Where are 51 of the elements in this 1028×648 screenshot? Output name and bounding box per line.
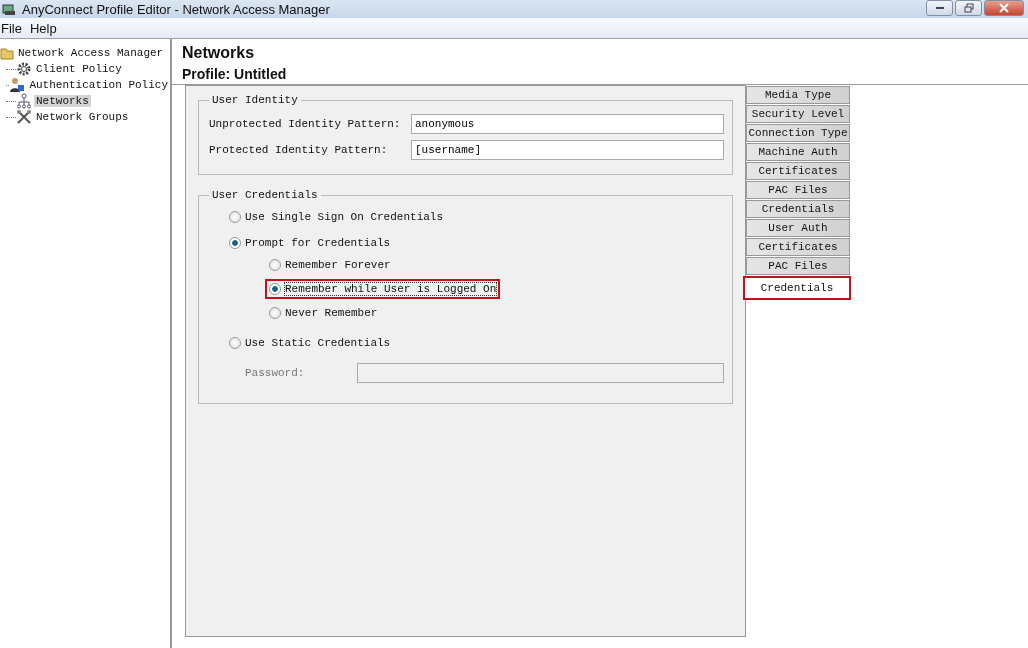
tab[interactable]: User Auth	[746, 219, 850, 237]
radio-button[interactable]	[269, 259, 281, 271]
tab[interactable]: Credentials	[746, 200, 850, 218]
tab[interactable]: Certificates	[746, 162, 850, 180]
tab[interactable]: Security Level	[746, 105, 850, 123]
restore-button[interactable]	[955, 0, 982, 16]
gear-icon	[16, 61, 32, 77]
tab[interactable]: Media Type	[746, 86, 850, 104]
tab[interactable]: PAC Files	[746, 257, 850, 275]
tree-item[interactable]: Network Access Manager	[16, 47, 166, 59]
radio-option[interactable]: Prompt for Credentials	[229, 237, 391, 249]
field-label: Password:	[244, 367, 306, 379]
folder-icon	[0, 46, 14, 60]
tree-item[interactable]: Networks	[34, 95, 91, 107]
network-icon	[16, 93, 32, 109]
radio-button[interactable]	[269, 283, 281, 295]
radio-button[interactable]	[229, 211, 241, 223]
menu-item[interactable]: File	[0, 20, 23, 36]
tab[interactable]: Credentials	[743, 276, 851, 300]
field-label: Protected Identity Pattern:	[209, 144, 389, 156]
radio-option[interactable]: Remember Forever	[265, 255, 395, 275]
radio-button[interactable]	[229, 237, 241, 249]
tab[interactable]: Certificates	[746, 238, 850, 256]
input-field[interactable]: [username]	[411, 140, 724, 160]
radio-option[interactable]: Never Remember	[265, 303, 382, 323]
restore-icon	[963, 3, 974, 13]
tree-item[interactable]: Network Groups	[34, 111, 131, 123]
close-icon	[999, 3, 1009, 13]
tab[interactable]: Machine Auth	[746, 143, 850, 161]
close-button[interactable]	[984, 0, 1024, 16]
radio-option[interactable]: Use Static Credentials	[229, 337, 391, 349]
person-icon	[9, 77, 26, 93]
tab[interactable]: Connection Type	[746, 124, 850, 142]
profile-label: Profile: Untitled	[182, 66, 288, 82]
tab[interactable]: PAC Files	[746, 181, 850, 199]
radio-option[interactable]: Remember while User is Logged On	[265, 279, 501, 299]
menu-item[interactable]: Help	[28, 20, 58, 36]
minimize-button[interactable]	[926, 0, 953, 16]
input-field[interactable]: anonymous	[411, 114, 724, 134]
tree-item[interactable]: Authentication Policy	[27, 79, 170, 91]
radio-button[interactable]	[269, 307, 281, 319]
app-icon	[2, 2, 16, 16]
group-title: User Credentials	[211, 189, 319, 201]
tree-item[interactable]: Client Policy	[34, 63, 124, 75]
radio-button[interactable]	[229, 337, 241, 349]
group-title: User Identity	[211, 94, 299, 106]
tools-icon	[16, 109, 32, 125]
field-label: Unprotected Identity Pattern:	[209, 118, 402, 130]
window-title: AnyConnect Profile Editor - Network Access Manager	[22, 1, 331, 17]
radio-option[interactable]: Use Single Sign On Credentials	[229, 211, 444, 223]
page-title: Networks	[182, 44, 256, 62]
